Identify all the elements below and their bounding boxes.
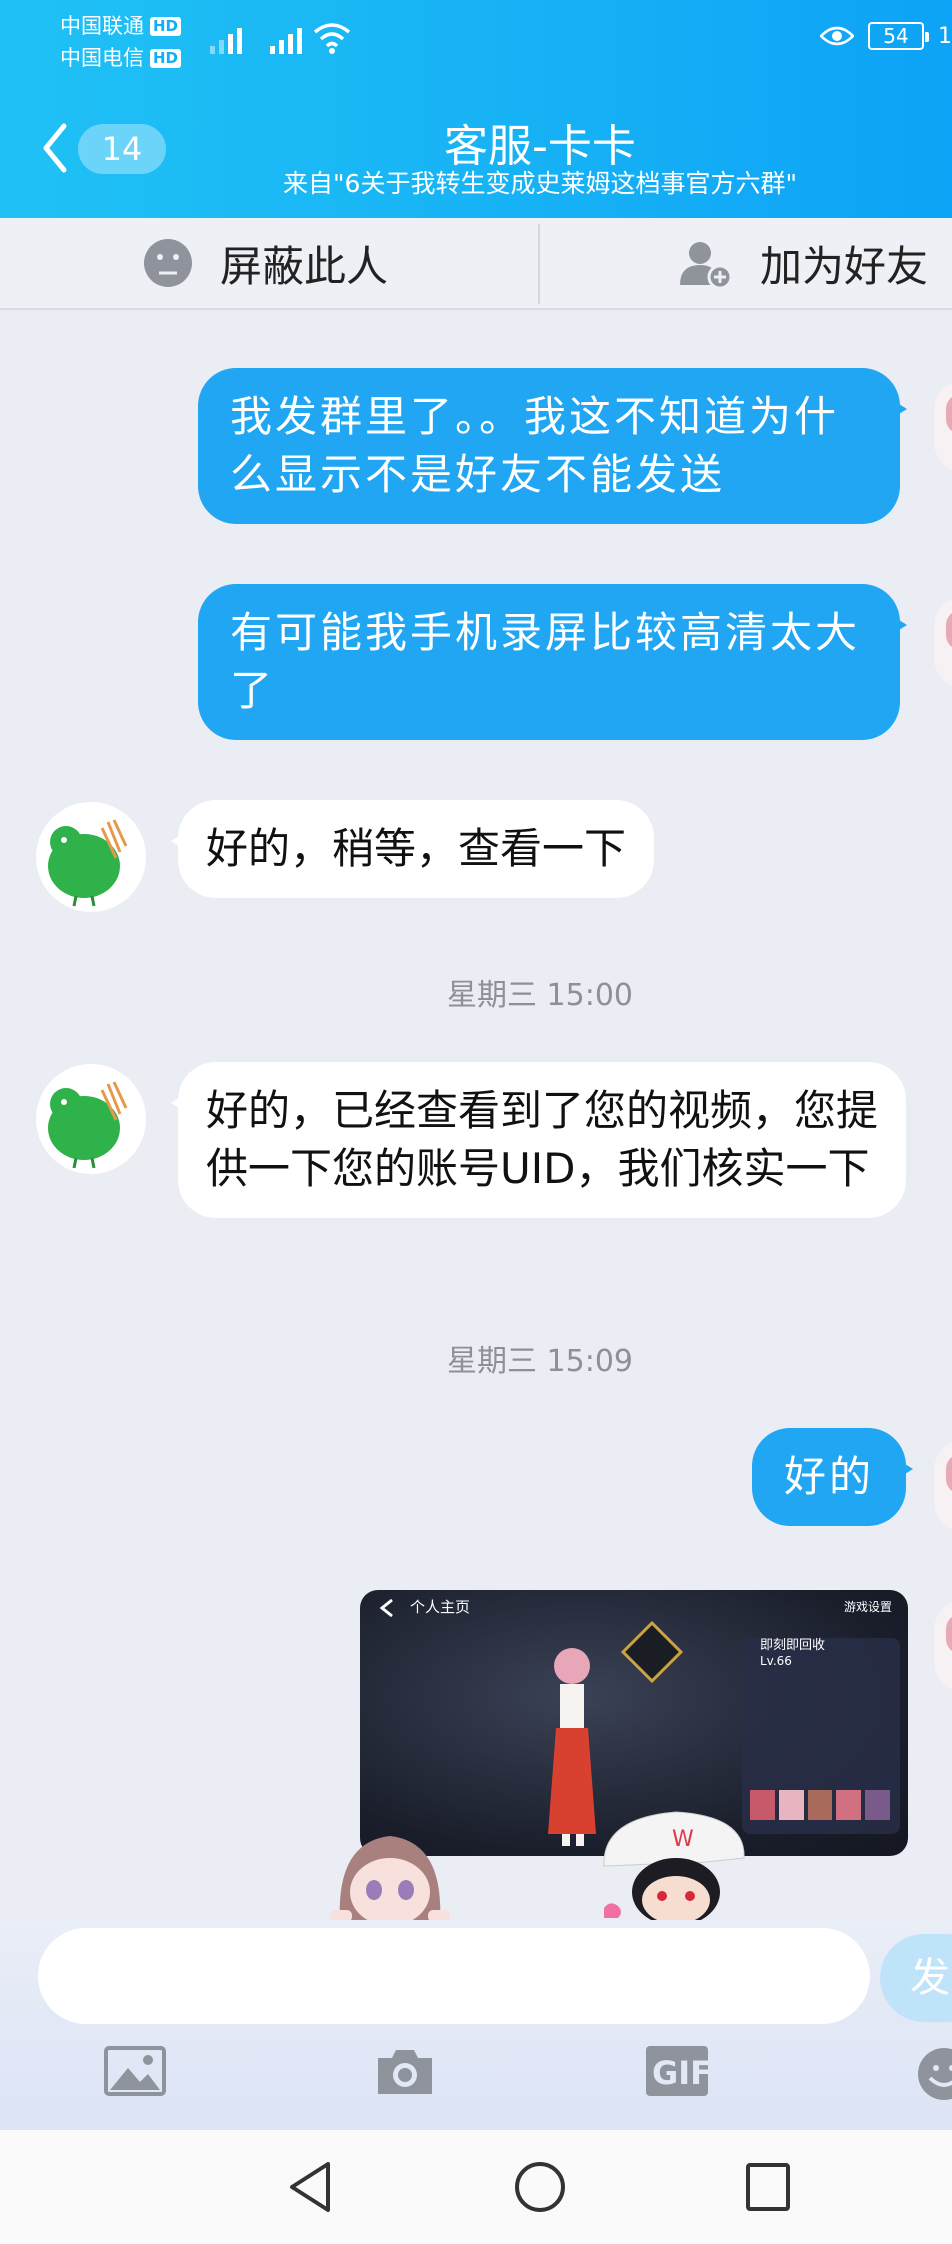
- carrier-info: 中国联通 HD 中国电信 HD: [60, 10, 182, 74]
- message-bubble-received[interactable]: 好的，稍等，查看一下: [170, 800, 655, 898]
- timestamp: 星期三 15:00: [447, 978, 633, 1013]
- nav-recent-icon[interactable]: [744, 2160, 792, 2214]
- image-icon[interactable]: [104, 2046, 166, 2096]
- block-user-label: 屏蔽此人: [220, 241, 389, 291]
- my-avatar[interactable]: [934, 1440, 952, 1532]
- action-divider: [538, 224, 540, 304]
- game-emblem-icon: [620, 1620, 684, 1684]
- add-friend-button[interactable]: 加为好友: [678, 218, 928, 308]
- message-text: 好的: [784, 1452, 875, 1501]
- player-level: Lv.66: [760, 1654, 792, 1668]
- battery-level: 54: [883, 24, 909, 48]
- timestamp: 星期三 15:09: [447, 1344, 633, 1379]
- send-button[interactable]: 发: [880, 1934, 952, 2022]
- hd-badge-1: HD: [150, 17, 182, 36]
- character-thumbnails: [750, 1790, 890, 1820]
- player-name: 即刻即回收: [760, 1638, 826, 1653]
- green-bird-avatar-icon: [48, 819, 128, 907]
- message-input-bar: 发 GIF: [0, 1920, 952, 2130]
- battery-indicator: 54: [868, 22, 929, 50]
- character-figure: [548, 1648, 596, 1846]
- message-bubble-received[interactable]: 好的，已经查看到了您的视频，您提供一下您的账号UID，我们核实一下: [171, 1062, 906, 1218]
- message-text: 好的，已经查看到了您的视频，您提供一下您的账号UID，我们核实一下: [206, 1086, 879, 1193]
- agent-avatar[interactable]: [36, 802, 146, 912]
- svg-text:W: W: [672, 1827, 694, 1852]
- eye-icon: [820, 26, 854, 46]
- message-text: 有可能我手机录屏比较高清太大了: [230, 608, 861, 715]
- my-avatar[interactable]: [934, 380, 952, 472]
- add-friend-label: 加为好友: [760, 241, 929, 291]
- camera-icon[interactable]: [374, 2046, 436, 2098]
- anime-girl-sticker: [330, 1836, 450, 1922]
- block-user-button[interactable]: 屏蔽此人: [142, 218, 388, 308]
- back-arrow-icon: [379, 1598, 393, 1618]
- gif-icon[interactable]: GIF: [646, 2046, 708, 2096]
- add-friend-icon: [680, 242, 733, 289]
- game-settings-label: 游戏设置: [843, 1600, 892, 1614]
- svg-text:GIF: GIF: [652, 2054, 708, 2092]
- emoji-icon[interactable]: [914, 2046, 952, 2102]
- signal-icon-1: [210, 22, 242, 54]
- message-bubble-sent[interactable]: 好的: [752, 1428, 914, 1526]
- message-input[interactable]: [38, 1928, 870, 2024]
- my-avatar[interactable]: [934, 1600, 952, 1692]
- system-navigation-bar: [0, 2130, 952, 2244]
- carrier-2: 中国电信: [60, 46, 144, 70]
- chat-header: 中国联通 HD 中国电信 HD 54 1 14 客服-卡卡 来自"6关于我转生变成史…: [0, 0, 952, 218]
- my-avatar[interactable]: [934, 596, 952, 688]
- game-page-title: 个人主页: [410, 1598, 471, 1616]
- signal-icon-2: [270, 22, 302, 54]
- message-text: 好的，稍等，查看一下: [206, 824, 627, 873]
- nav-back-icon[interactable]: [286, 2160, 334, 2214]
- contact-action-bar: 屏蔽此人 加为好友: [0, 218, 952, 310]
- status-right: 54 1: [820, 22, 952, 50]
- message-bubble-sent[interactable]: 有可能我手机录屏比较高清太大了: [198, 584, 907, 740]
- wifi-icon: [313, 23, 351, 54]
- block-icon: [144, 239, 192, 287]
- nav-home-icon[interactable]: [514, 2160, 566, 2214]
- green-bird-avatar-icon: [48, 1081, 128, 1169]
- anime-boy-sticker: W: [603, 1811, 745, 1924]
- agent-avatar[interactable]: [36, 1064, 146, 1174]
- clock-fragment: 1: [938, 23, 952, 49]
- carrier-1: 中国联通: [60, 14, 144, 38]
- message-bubble-sent[interactable]: 我发群里了。。我这不知道为什么显示不是好友不能发送: [198, 368, 907, 524]
- message-text: 我发群里了。。我这不知道为什么显示不是好友不能发送: [230, 392, 840, 499]
- hd-badge-2: HD: [150, 49, 182, 68]
- chat-subtitle: 来自"6关于我转生变成史莱姆这档事官方六群": [283, 169, 797, 198]
